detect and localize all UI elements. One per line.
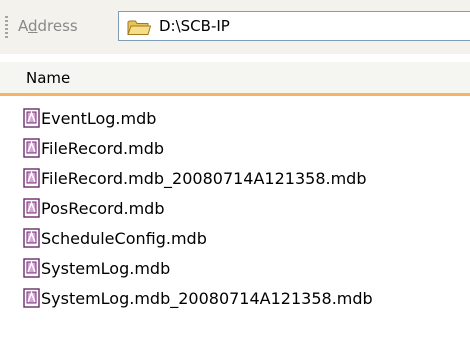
address-path[interactable]: D:\SCB-IP [159,17,230,35]
file-row[interactable]: EventLog.mdb [0,104,470,134]
file-row[interactable]: SystemLog.mdb [0,254,470,284]
file-name: PosRecord.mdb [41,199,165,218]
column-header-bar: Name [0,62,470,96]
file-name: ScheduleConfig.mdb [41,229,207,248]
file-name: FileRecord.mdb_20080714A121358.mdb [41,169,367,188]
file-row[interactable]: FileRecord.mdb_20080714A121358.mdb [0,164,470,194]
toolbar-grip[interactable] [5,16,8,38]
address-label: Address [18,17,78,35]
file-name: FileRecord.mdb [41,139,165,158]
address-bar: Address D:\SCB-IP [0,0,470,54]
file-name: SystemLog.mdb [41,259,171,278]
address-input[interactable]: D:\SCB-IP [118,11,470,41]
column-header-name[interactable]: Name [26,69,70,87]
file-row[interactable]: PosRecord.mdb [0,194,470,224]
file-row[interactable]: SystemLog.mdb_20080714A121358.mdb [0,284,470,314]
file-name: SystemLog.mdb_20080714A121358.mdb [41,289,373,308]
file-name: EventLog.mdb [41,109,157,128]
file-row[interactable]: FileRecord.mdb [0,134,470,164]
file-row[interactable]: ScheduleConfig.mdb [0,224,470,254]
folder-icon [127,20,151,35]
